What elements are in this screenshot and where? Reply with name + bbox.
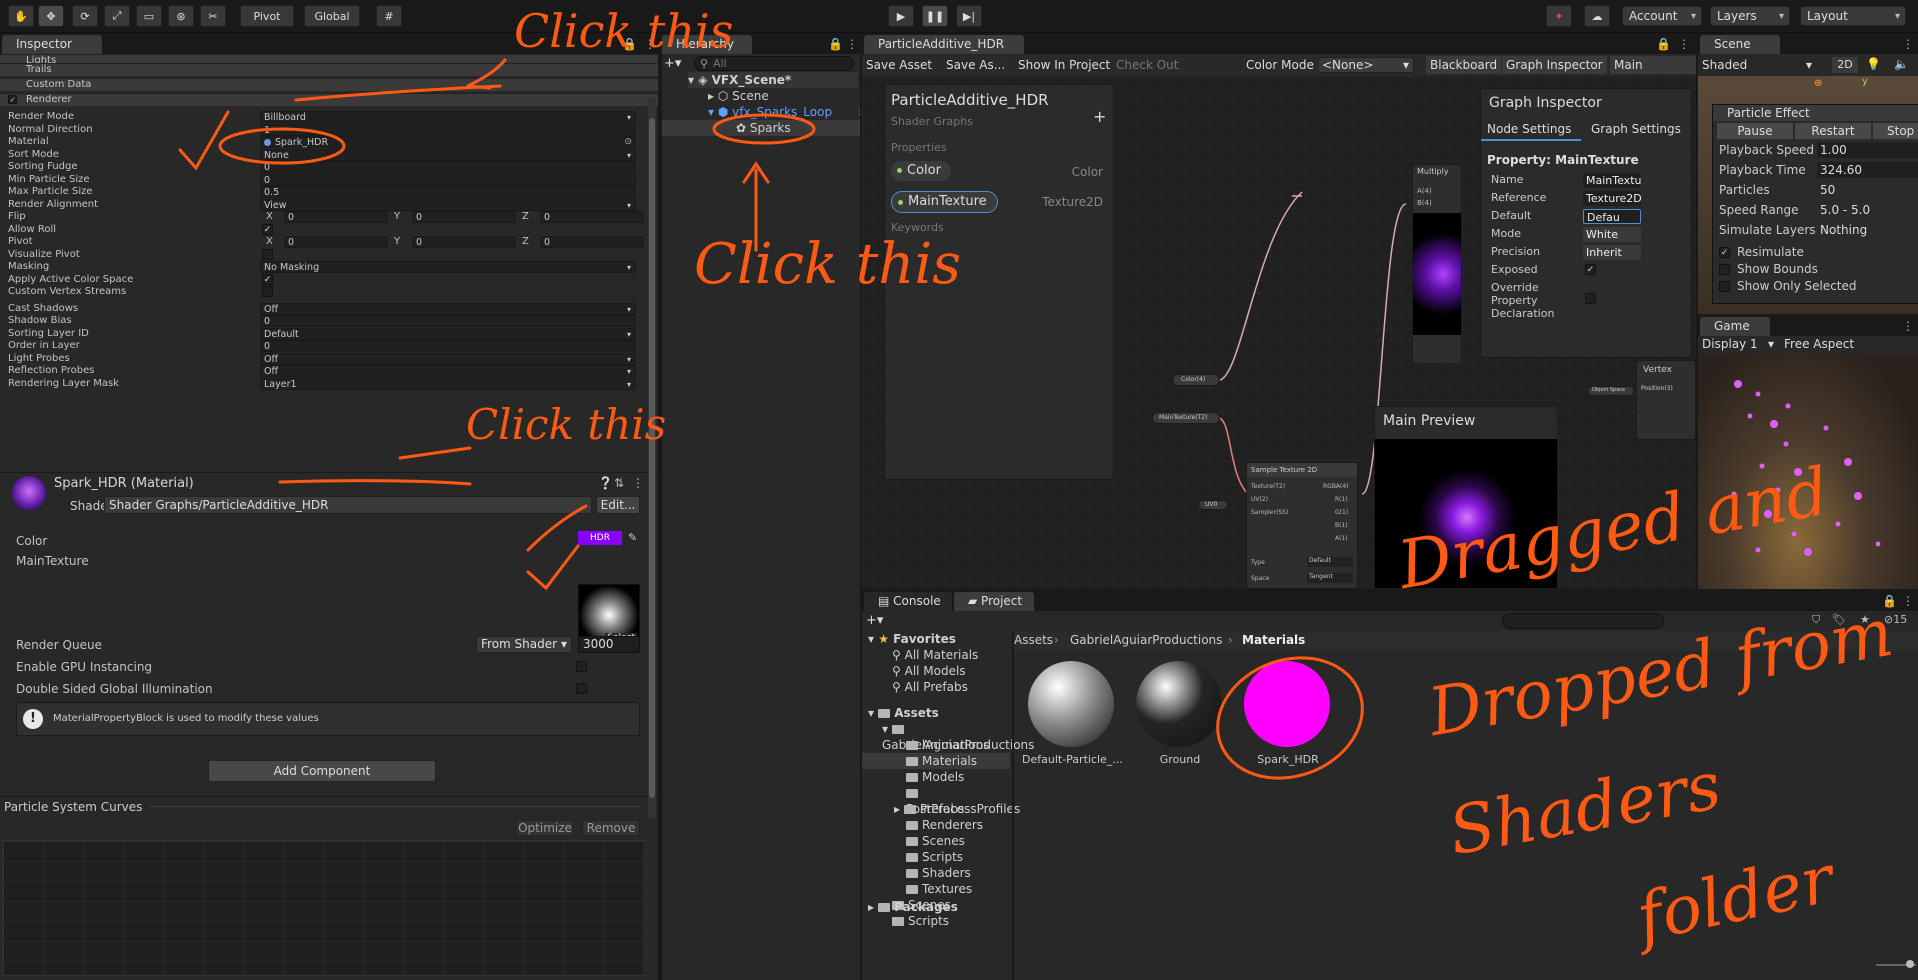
underline-stroke (294, 84, 502, 102)
annotation-click-this-1: Click this (514, 4, 734, 58)
spark-hdr-circle-stroke (1216, 656, 1364, 780)
material-circle-stroke (218, 127, 346, 165)
underline-stroke-2 (278, 479, 472, 486)
annotation-click-this-2: Click this (694, 232, 961, 297)
checkmark-stroke-2 (526, 544, 580, 591)
annotation-click-this-3: Click this (466, 400, 667, 449)
arrow-stroke (466, 58, 507, 90)
arrow-stroke-2 (398, 446, 472, 460)
checkmark-stroke (178, 110, 230, 171)
tick-stroke (526, 504, 588, 552)
sparks-circle-stroke (712, 113, 816, 145)
